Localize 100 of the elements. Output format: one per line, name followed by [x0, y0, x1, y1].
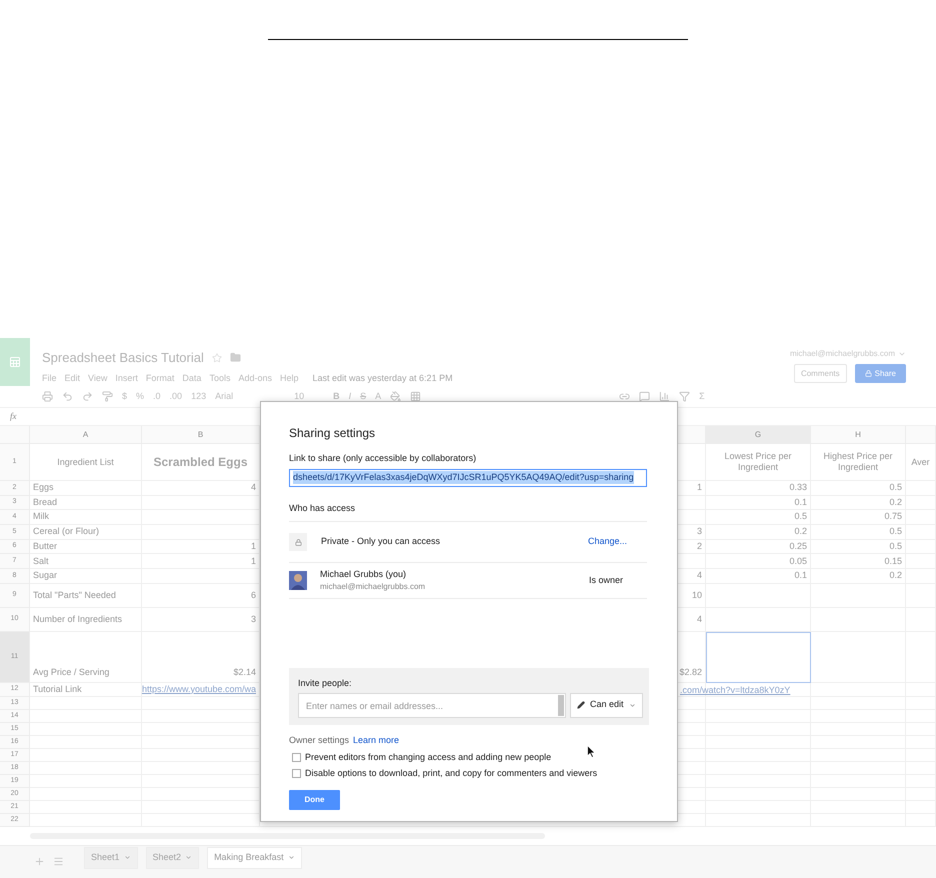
borders-icon[interactable] [410, 391, 422, 402]
menu-item[interactable]: Tools [209, 372, 230, 385]
table-cell: 0.5 [811, 525, 906, 540]
column-header[interactable]: A [30, 426, 142, 443]
folder-icon[interactable] [230, 352, 241, 364]
sheet-tab[interactable]: Sheet1 [84, 846, 138, 869]
increase-decimals[interactable]: .00 [170, 390, 182, 404]
document-title[interactable]: Spreadsheet Basics Tutorial [42, 348, 204, 368]
share-button[interactable]: Share [854, 364, 906, 383]
caret-icon [185, 854, 192, 862]
menu-item[interactable]: Insert [115, 372, 138, 385]
table-cell: Tutorial Link [30, 682, 142, 697]
bold-tool[interactable]: B [333, 390, 340, 404]
table-cell: Milk [30, 510, 142, 526]
table-cell: 0.5 [706, 510, 811, 526]
table-cell: Bread [30, 496, 142, 510]
table-cell: Total "Parts" Needed [30, 584, 142, 608]
add-sheet-icon[interactable] [34, 856, 45, 868]
table-cell: 0.1 [706, 569, 811, 584]
decrease-decimals[interactable]: .0 [153, 390, 161, 404]
star-icon[interactable] [212, 352, 222, 363]
table-cell: Butter [30, 540, 142, 554]
visibility-text: Private - Only you can access [321, 535, 442, 548]
sheet-tab[interactable]: Making Breakfast [207, 846, 302, 869]
owner-settings-label: Owner settings [289, 734, 350, 747]
table-cell: Highest Price per Ingredient [811, 444, 906, 481]
table-cell: 0.15 [811, 554, 906, 570]
menu-item[interactable]: Add-ons [238, 372, 272, 385]
table-cell: 0.2 [811, 569, 906, 584]
menu-item[interactable]: View [88, 372, 108, 385]
table-cell: 0.75 [811, 510, 906, 526]
column-header[interactable]: H [811, 426, 906, 443]
functions-tool[interactable]: Σ [699, 390, 705, 404]
checkbox[interactable] [292, 752, 301, 762]
dialog-title: Sharing settings [289, 425, 376, 442]
table-cell: 0.5 [811, 540, 906, 554]
comments-button[interactable]: Comments [794, 364, 847, 383]
redo-icon[interactable] [82, 391, 93, 402]
caret-icon [124, 854, 131, 862]
menu-item[interactable]: Format [146, 372, 174, 385]
invite-label: Invite people: [298, 677, 353, 690]
sheet-tab[interactable]: Sheet2 [146, 846, 200, 869]
table-cell: Avg Price / Serving [30, 632, 142, 683]
lock-icon [864, 370, 872, 377]
lock-icon [289, 533, 307, 551]
person-email: michael@michaelgrubbs.com [320, 581, 426, 594]
menu-item[interactable]: File [42, 372, 57, 385]
option-label: Disable options to download, print, and copy for commenters and viewers [305, 767, 598, 780]
table-cell: 0.2 [811, 496, 906, 510]
cell-link[interactable]: https://www.youtube.com/wa [142, 682, 256, 696]
font-size-select[interactable]: 10 [294, 390, 324, 404]
invite-input[interactable]: Enter names or email addresses... [298, 693, 566, 718]
menu-item[interactable]: Edit [64, 372, 80, 385]
fill-color-icon[interactable] [390, 391, 402, 402]
checkbox[interactable] [292, 769, 301, 778]
currency-format[interactable]: $ [122, 390, 128, 404]
font-select[interactable]: Arial [215, 390, 286, 404]
column-header[interactable]: G [706, 426, 811, 443]
table-cell: Sugar [30, 569, 142, 584]
caret-icon [288, 854, 295, 862]
menu-item[interactable]: Data [182, 372, 202, 385]
done-button[interactable]: Done [289, 790, 340, 810]
avatar-icon [289, 571, 307, 590]
more-formats[interactable]: 123 [191, 390, 206, 404]
caret-icon [628, 702, 636, 708]
table-cell: 0.2 [706, 525, 811, 540]
strikethrough-tool[interactable]: S [360, 390, 366, 404]
table-cell: 0.33 [706, 481, 811, 496]
cell-link[interactable]: .com/watch?v=ltdza8kY0zY [680, 684, 790, 698]
chart-icon[interactable] [659, 391, 670, 402]
table-cell: Lowest Price per Ingredient [706, 444, 811, 481]
percent-format[interactable]: % [136, 390, 144, 404]
scrollbar-thumb[interactable] [558, 694, 564, 716]
comment-icon[interactable] [639, 391, 650, 402]
formula-label: fx [10, 410, 16, 423]
learn-more-link[interactable]: Learn more [353, 734, 400, 748]
menu-item[interactable]: Help [280, 372, 298, 385]
pencil-icon [577, 701, 585, 709]
access-heading: Who has access [289, 502, 356, 514]
caret-icon[interactable] [898, 350, 906, 358]
table-cell: 0.05 [706, 554, 811, 570]
person-name: Michael Grubbs (you) [320, 568, 408, 581]
sheet-list-icon[interactable] [53, 856, 64, 868]
link-label: Link to share (only accessible by collaborators) [289, 452, 478, 465]
table-cell: 0.5 [811, 481, 906, 496]
link-icon[interactable] [619, 391, 630, 402]
table-cell: Cereal (or Flour) [30, 525, 142, 540]
table-cell: 0.1 [706, 496, 811, 510]
filter-icon[interactable] [679, 391, 690, 402]
text-color-tool[interactable]: A [375, 390, 382, 404]
app-logo[interactable] [0, 338, 30, 386]
option-label: Prevent editors from changing access and adding new people [305, 750, 552, 764]
paint-format-icon[interactable] [102, 391, 113, 402]
last-edit-text[interactable]: Last edit was yesterday at 6:21 PM [312, 372, 453, 385]
table-cell: Salt [30, 554, 142, 570]
undo-icon[interactable] [62, 391, 73, 402]
print-icon[interactable] [42, 391, 53, 402]
share-link-field[interactable]: dsheets/d/17KyVrFelas3xas4jeDqWXyd7IJcSR1uPQ5YK5AQ49AQ/edit?usp=sharing [289, 468, 647, 486]
mouse-pointer-icon [587, 745, 596, 758]
permission-dropdown[interactable]: Can edit [570, 692, 643, 718]
